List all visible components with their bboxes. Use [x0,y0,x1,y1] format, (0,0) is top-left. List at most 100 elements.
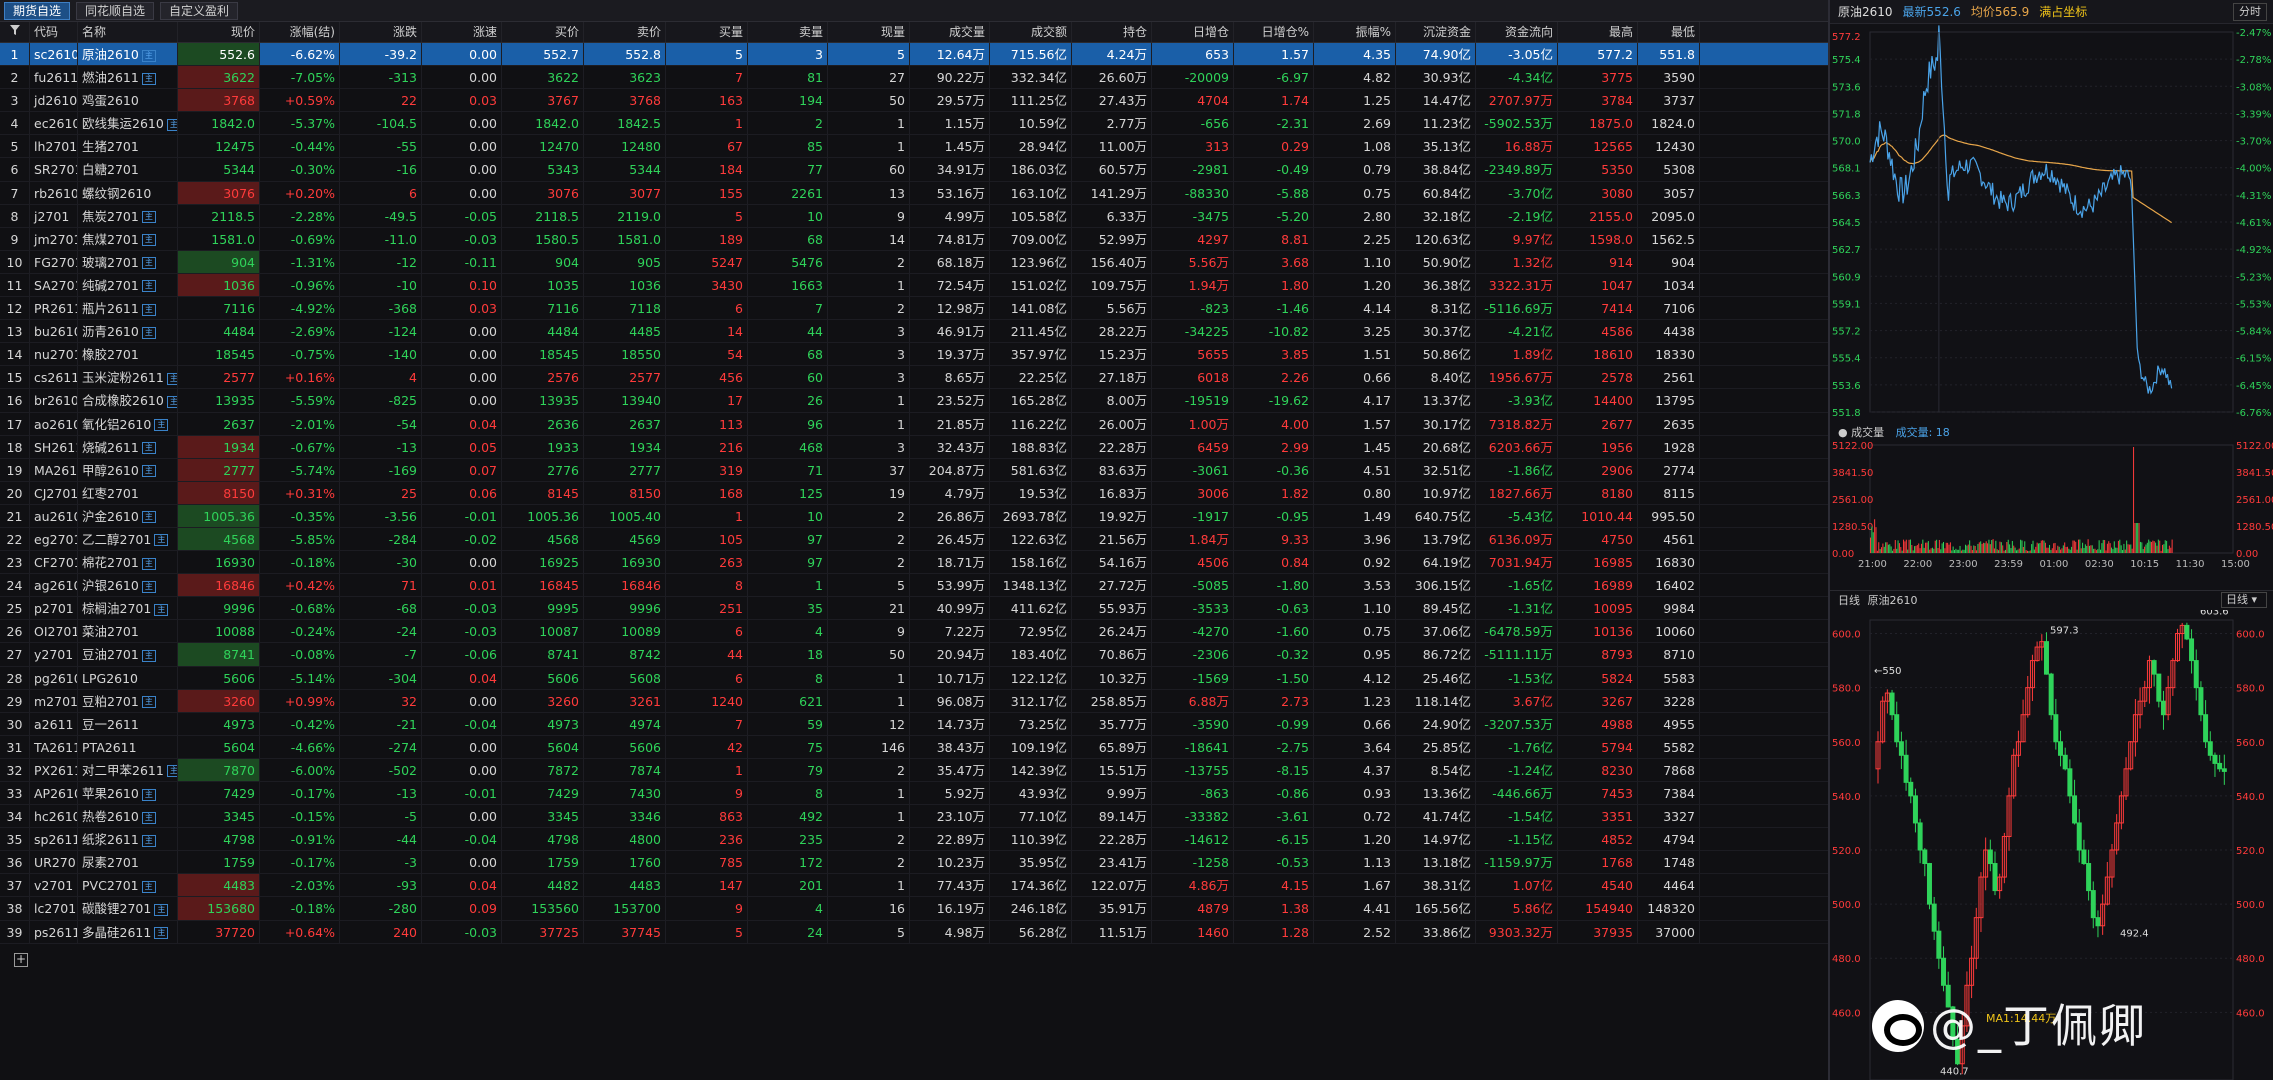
tab-custom-profit[interactable]: 自定义盈利 [160,1,239,20]
table-row[interactable]: 34 hc2610 热卷2610 主 3345 -0.15% -5 0.00 3345 3346 8… [0,805,1828,829]
row-index: 20 [0,481,30,504]
table-row[interactable]: 39 ps2611 多晶硅2611 主 37720 +0.64% 240 -0.03 37725… [0,920,1828,944]
cell-price: 5606 [178,666,260,689]
table-row[interactable]: 21 au2610 沪金2610 主 1005.36 -0.35% -3.56 -0.01 10… [0,504,1828,528]
column-header-14[interactable]: 日增仓 [1152,22,1234,42]
table-row[interactable]: 9 jm2701 焦煤2701 主 1581.0 -0.69% -11.0 -0.03 1580… [0,227,1828,251]
cell-text: 多晶硅2611 [82,924,152,940]
cell-cur-vol: 37 [828,458,910,481]
table-row[interactable]: 4 ec2610 欧线集运2610 主 1842.0 -5.37% -104.5 0.00 18… [0,112,1828,136]
table-row[interactable]: 26 OI2701 菜油2701 10088 -0.24% -24 -0.03 10087 10… [0,620,1828,644]
table-row[interactable]: 36UR2701尿素27011759-0.17%-30.001759176078… [0,851,1828,875]
table-row[interactable]: 6 SR2701 白糖2701 5344 -0.30% -16 0.00 5343 5344 18… [0,158,1828,182]
tab-ths-watchlist[interactable]: 同花顺自选 [76,1,155,20]
cell-cur-vol: 5 [828,43,910,66]
cell-text: 4794 [1663,832,1695,848]
table-row[interactable]: 11 SA2701 纯碱2701 主 1036 -0.96% -10 0.10 1035 1036… [0,273,1828,298]
cell-volume: 4.99万 [910,204,990,227]
table-row[interactable]: 12 PR2611 瓶片2611 主 7116 -4.92% -368 0.03 7116 711… [0,297,1828,321]
table-row[interactable]: 23 CF2701 棉花2701 主 16930 -0.18% -30 0.00 16925 16… [0,551,1828,575]
table-row[interactable]: 17 ao2610 氧化铝2610 主 2637 -2.01% -54 0.04 2636 263… [0,412,1828,436]
filter-icon[interactable] [0,22,30,42]
column-header-8[interactable]: 买量 [666,22,748,42]
table-row[interactable]: 37 v2701 PVC2701 主 4483 -2.03% -93 0.04 4482 4483… [0,874,1828,898]
column-header-10[interactable]: 现量 [828,22,910,42]
column-header-5[interactable]: 涨速 [422,22,502,42]
cell-bid: 1580.5 [502,227,584,250]
table-row[interactable]: 3 jd2610 鸡蛋2610 3768 +0.59% 22 0.03 3767 3768 163… [0,89,1828,113]
cell-text: 10 [807,208,823,224]
cell-text: 411.62亿 [1010,601,1067,617]
table-row[interactable]: 1 sc2610 原油2610 主 552.6 -6.62% -39.2 0.00 552.7 5… [0,43,1828,67]
cell-text: -6.97 [1276,70,1309,86]
intraday-chart[interactable]: 577.2575.4573.6571.8570.0568.1566.3564.5… [1830,24,2273,424]
table-row[interactable]: 24 ag2610 沪银2610 主 16846 +0.42% 71 0.01 16845 168… [0,574,1828,598]
cell-name: 对二甲苯2611 主 [78,758,178,781]
column-header-20[interactable]: 最低 [1638,22,1700,42]
cell-text: 53.99万 [936,578,985,594]
volume-bar [2139,541,2141,553]
table-row[interactable]: 31 TA2611 PTA2611 5604 -4.66% -274 0.00 5604 560… [0,735,1828,759]
kline-period-dropdown[interactable]: 日线 ▾ [2221,592,2267,608]
volume-chart[interactable]: 5122.003841.502561.001280.500.005122.003… [1830,441,2273,581]
cell-speed: -0.03 [422,620,502,643]
volume-bar [1894,540,1896,553]
table-row[interactable]: 22 eg2701 乙二醇2701 主 4568 -5.85% -284 -0.02 4568 4… [0,527,1828,552]
column-header-11[interactable]: 成交量 [910,22,990,42]
column-header-9[interactable]: 卖量 [748,22,828,42]
cell-text: br2610 [34,393,78,409]
table-row[interactable]: 16 br2610 合成橡胶2610 主 13935 -5.59% -825 0.00 1393… [0,389,1828,413]
column-header-1[interactable]: 名称 [78,22,178,42]
cell-low: 12430 [1638,135,1700,158]
table-row[interactable]: 29 m2701 豆粕2701 主 3260 +0.99% 32 0.00 3260 3261 12… [0,689,1828,713]
table-row[interactable]: 8 j2701 焦炭2701 主 2118.5 -2.28% -49.5 -0.05 2118.… [0,204,1828,228]
cell-text: 26 [807,393,823,409]
table-row[interactable]: 30 a2611 豆一2611 4973 -0.42% -21 -0.04 4973 4974 7… [0,712,1828,736]
cell-text: 56.28亿 [1018,924,1067,940]
table-row[interactable]: 25 p2701 棕榈油2701 主 9996 -0.68% -68 -0.03 9995 999… [0,597,1828,621]
table-row[interactable]: 38 lc2701 碳酸锂2701 主 153680 -0.18% -280 0.09 1535… [0,897,1828,921]
column-header-7[interactable]: 卖价 [584,22,666,42]
cell-text: 4750 [1601,531,1633,547]
table-row[interactable]: 27 y2701 豆油2701 主 8741 -0.08% -7 -0.06 8741 8742 4… [0,643,1828,667]
table-row[interactable]: 13 bu2610 沥青2610 主 4484 -2.69% -124 0.00 4484 448… [0,320,1828,344]
cell-text: 40.99万 [936,601,985,617]
cell-bid: 1933 [502,435,584,458]
cell-text: -502 [388,762,417,778]
cell-volume: 1.45万 [910,135,990,158]
table-row[interactable]: 14 nu2701 橡胶2701 18545 -0.75% -140 0.00 18545 18… [0,343,1828,367]
table-row[interactable]: 28 pg2610 LPG2610 5606 -5.14% -304 0.04 5606 560… [0,666,1828,690]
column-header-6[interactable]: 买价 [502,22,584,42]
column-header-4[interactable]: 涨跌 [340,22,422,42]
tab-futures-watchlist[interactable]: 期货自选 [4,1,71,20]
column-header-17[interactable]: 沉淀资金 [1396,22,1476,42]
cell-code: eg2701 [30,527,78,551]
column-header-16[interactable]: 振幅% [1314,22,1396,42]
column-header-3[interactable]: 涨幅(结) [260,22,340,42]
table-row[interactable]: 35 sp2611 纸浆2611 主 4798 -0.91% -44 -0.04 4798 480… [0,828,1828,852]
table-row[interactable]: 32 PX2611 对二甲苯2611 主 7870 -6.00% -502 0.00 7872 7… [0,758,1828,782]
table-row[interactable]: 7 rb2610 螺纹钢2610 3076 +0.20% 6 0.00 3076 3077 155… [0,181,1828,205]
intraday-coord-mode[interactable]: 满占坐标 [2039,3,2087,20]
column-header-12[interactable]: 成交额 [990,22,1072,42]
table-row[interactable]: 20 CJ2701 红枣2701 8150 +0.31% 25 0.06 8145 8150 16… [0,481,1828,505]
cell-low: 1748 [1638,851,1700,874]
column-header-2[interactable]: 现价 [178,22,260,42]
column-header-15[interactable]: 日增仓% [1234,22,1314,42]
cell-text: 8115 [1663,485,1695,501]
table-row[interactable]: 18SH2611烧碱2611主1934-0.67%-130.0519331934… [0,435,1828,459]
table-row[interactable]: 33 AP2610 苹果2610 主 7429 -0.17% -13 -0.01 7429 743… [0,782,1828,806]
table-row[interactable]: 15 cs2611 玉米淀粉2611 主 2577 +0.16% 4 0.00 2576 2577… [0,366,1828,390]
column-header-19[interactable]: 最高 [1558,22,1638,42]
volume-bar [2014,547,2016,553]
table-row[interactable]: 19MA2610甲醇2610主2777-5.74%-1690.072776277… [0,458,1828,482]
table-row[interactable]: 10 FG2701 玻璃2701 主 904 -1.31% -12 -0.11 904 905 52… [0,250,1828,274]
cell-text: 35.95亿 [1018,855,1067,871]
column-header-0[interactable]: 代码 [30,22,78,42]
add-contract-button[interactable]: + [14,953,28,967]
period-dropdown[interactable]: 分时 [2233,3,2267,21]
column-header-18[interactable]: 资金流向 [1476,22,1558,42]
table-row[interactable]: 2 fu2611 燃油2611 主 3622 -7.05% -313 0.00 3622 3623… [0,66,1828,90]
table-row[interactable]: 5 lh2701 生猪2701 12475 -0.44% -55 0.00 12470 1248… [0,135,1828,159]
column-header-13[interactable]: 持仓 [1072,22,1152,42]
